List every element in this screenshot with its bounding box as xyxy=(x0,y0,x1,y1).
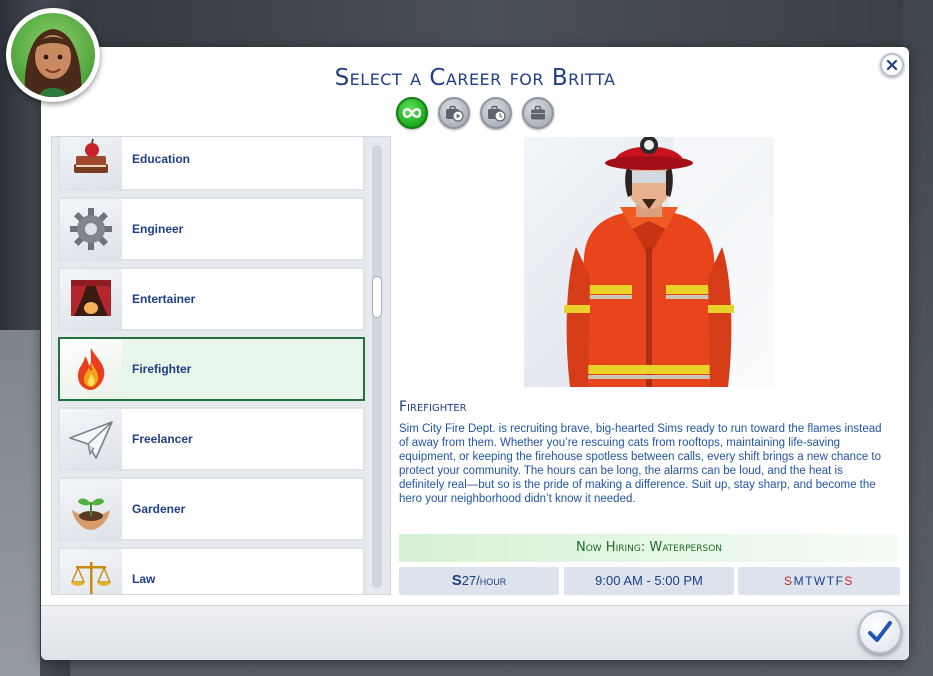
close-button[interactable] xyxy=(880,53,904,77)
close-icon xyxy=(886,59,898,71)
scrollbar-thumb[interactable] xyxy=(372,276,382,318)
pay-rate: S27/hour xyxy=(399,567,559,595)
work-days: SMTWTFS xyxy=(738,567,900,595)
career-item-law[interactable]: Law xyxy=(58,547,365,594)
briefcase-clock-icon xyxy=(488,105,506,122)
stage-curtain-icon xyxy=(71,280,111,316)
career-label: Firefighter xyxy=(132,362,192,376)
full-time-filter[interactable] xyxy=(522,97,554,129)
briefcase-play-icon xyxy=(446,105,464,122)
career-label: Law xyxy=(132,572,156,586)
gear-icon xyxy=(70,208,112,250)
firefighter-portrait xyxy=(564,137,774,387)
sim-avatar-portrait xyxy=(11,13,95,97)
day-monday: M xyxy=(793,574,806,588)
work-hours: 9:00 AM - 5:00 PM xyxy=(564,567,734,595)
simoleon-symbol: S xyxy=(451,572,462,589)
day-saturday: S xyxy=(844,574,854,588)
career-label: Engineer xyxy=(132,222,184,236)
dialog-footer xyxy=(41,605,909,660)
career-list: Education Engineer Entertainer Firefight… xyxy=(58,137,365,594)
career-thumb xyxy=(60,339,122,399)
career-filter-bar xyxy=(396,97,566,131)
career-dialog: Select a Career for Britta Education Eng… xyxy=(41,47,909,660)
career-list-panel: Education Engineer Entertainer Firefight… xyxy=(51,136,391,595)
career-description: Sim City Fire Dept. is recruiting brave,… xyxy=(399,423,882,505)
career-thumb xyxy=(60,269,122,329)
career-name: Firefighter xyxy=(399,399,467,415)
confirm-button[interactable] xyxy=(858,610,902,654)
career-thumb xyxy=(60,549,122,594)
checkmark-icon xyxy=(868,621,892,642)
career-item-gardener[interactable]: Gardener xyxy=(58,477,365,541)
sim-avatar[interactable] xyxy=(6,8,100,102)
infinity-icon xyxy=(402,108,422,118)
career-item-firefighter[interactable]: Firefighter xyxy=(58,337,365,401)
career-label: Freelancer xyxy=(132,432,193,446)
part-time-filter[interactable] xyxy=(438,97,470,129)
books-apple-icon xyxy=(74,138,108,173)
now-hiring-banner: Now Hiring: Waterperson xyxy=(399,534,899,562)
briefcase-icon xyxy=(531,105,545,120)
pay-unit: /hour xyxy=(476,573,507,588)
day-thursday: T xyxy=(826,574,836,588)
career-item-engineer[interactable]: Engineer xyxy=(58,197,365,261)
career-list-scrollbar[interactable] xyxy=(372,145,382,588)
career-thumb xyxy=(60,409,122,469)
sim-face-icon xyxy=(24,29,82,97)
day-tuesday: T xyxy=(805,574,814,588)
sprout-hands-icon xyxy=(72,498,110,530)
background-wall xyxy=(70,0,903,50)
all-careers-filter[interactable] xyxy=(396,97,428,129)
career-thumb xyxy=(60,479,122,539)
paper-plane-icon xyxy=(69,421,113,459)
career-item-entertainer[interactable]: Entertainer xyxy=(58,267,365,331)
career-item-education[interactable]: Education xyxy=(58,137,365,191)
career-label: Education xyxy=(132,152,191,166)
day-wednesday: W xyxy=(813,574,827,588)
scales-icon xyxy=(70,562,112,594)
career-item-freelancer[interactable]: Freelancer xyxy=(58,407,365,471)
freelance-filter[interactable] xyxy=(480,97,512,129)
pay-amount: 27 xyxy=(461,573,477,588)
background-window xyxy=(0,330,40,676)
day-sunday: S xyxy=(784,574,794,588)
career-thumb xyxy=(60,199,122,259)
dialog-title: Select a Career for Britta xyxy=(334,65,616,91)
flame-icon xyxy=(77,348,105,390)
career-portrait xyxy=(524,137,774,387)
career-thumb xyxy=(60,137,122,189)
career-label: Entertainer xyxy=(132,292,196,306)
career-label: Gardener xyxy=(132,502,186,516)
